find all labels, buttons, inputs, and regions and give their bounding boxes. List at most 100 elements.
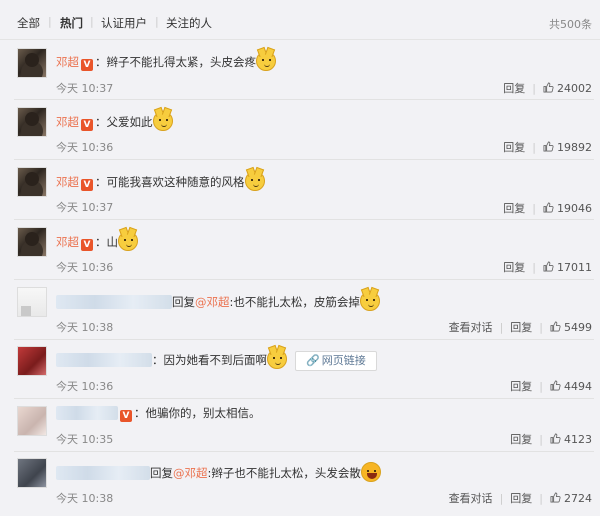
avatar[interactable] [17,167,47,197]
reply-button[interactable]: 回复 [503,261,525,274]
comment-time: 今天 10:36 [56,261,114,274]
comment-text: ：可能我喜欢这种随意的风格 [95,175,245,189]
thumbs-up-icon [550,380,561,391]
comment-content: V ：他骗你的，别太相信。 [56,405,261,422]
reply-button[interactable]: 回复 [510,321,532,334]
comment-actions: 回复 | 19892 [503,141,592,154]
username-link[interactable]: 邓超 [56,175,79,189]
reply-button[interactable]: 回复 [510,433,532,446]
tab-hot[interactable]: 热门 [60,15,83,31]
blurred-username [56,353,152,367]
blurred-username [56,295,172,309]
comment-content: 回复@邓超:也不能扎太松，皮筋会掉 [56,291,380,311]
comment-item: 邓超 V ：父爱如此 今天 10:36 回复 | 19892 [0,100,600,160]
cat-emoji-icon [118,231,138,251]
avatar[interactable] [17,346,47,376]
verified-badge-icon: V [120,410,132,422]
comment-actions: 回复 | 4494 [510,380,592,393]
comment-time: 今天 10:37 [56,82,114,95]
like-button[interactable]: 24002 [543,82,592,95]
comment-text: ：山 [95,235,118,249]
thumbs-up-icon [550,321,561,332]
reply-button[interactable]: 回复 [503,141,525,154]
tab-all[interactable]: 全部 [17,15,40,31]
comment-time: 今天 10:38 [56,321,114,334]
mention-link[interactable]: @邓超 [173,466,208,480]
mention-link[interactable]: @邓超 [195,295,230,309]
view-conversation-button[interactable]: 查看对话 [449,492,493,505]
avatar[interactable] [17,227,47,257]
like-button[interactable]: 4123 [550,433,592,446]
like-count: 4494 [564,380,592,393]
cat-emoji-icon [256,51,276,71]
comment-content: 回复@邓超:辫子也不能扎太松，头发会散 [56,462,381,482]
like-count: 4123 [564,433,592,446]
cat-emoji-icon [152,111,173,131]
comment-content: 邓超 V ：可能我喜欢这种随意的风格 [56,171,265,191]
tab-verified-users[interactable]: 认证用户 [101,15,147,31]
like-button[interactable]: 5499 [550,321,592,334]
tab-following[interactable]: 关注的人 [166,15,212,31]
thumbs-up-icon [550,433,561,444]
avatar[interactable] [17,458,47,488]
like-button[interactable]: 2724 [550,492,592,505]
username-link[interactable]: 邓超 [56,55,79,69]
reply-button[interactable]: 回复 [510,492,532,505]
username-link[interactable]: 邓超 [56,235,79,249]
comment-text: :辫子也不能扎太松，头发会散 [207,466,361,480]
comment-content: 邓超 V ：山 [56,231,138,251]
like-count: 17011 [557,261,592,274]
avatar[interactable] [17,287,47,317]
comment-text: ：他骗你的，别太相信。 [134,406,261,420]
reply-button[interactable]: 回复 [510,380,532,393]
comment-time: 今天 10:36 [56,380,114,393]
reply-button[interactable]: 回复 [503,82,525,95]
comment-time: 今天 10:35 [56,433,114,446]
comment-actions: 回复 | 17011 [503,261,592,274]
cat-emoji-icon [267,349,287,369]
username-link[interactable]: 邓超 [56,115,79,129]
thumbs-up-icon [550,492,561,503]
comment-content: 邓超 V ：父爱如此 [56,111,173,131]
reply-button[interactable]: 回复 [503,202,525,215]
web-link-button[interactable]: 🔗 网页链接 [295,351,377,371]
like-count: 5499 [564,321,592,334]
verified-badge-icon: V [81,239,93,251]
verified-badge-icon: V [81,119,93,131]
comment-actions: 回复 | 24002 [503,82,592,95]
comment-text: ：辫子不能扎得太紧，头皮会疼 [95,55,256,69]
laughing-emoji-icon [360,462,381,482]
comment-text: ：父爱如此 [95,115,153,129]
comment-item: 邓超 V ：可能我喜欢这种随意的风格 今天 10:37 回复 | 19046 [0,160,600,220]
like-count: 19892 [557,141,592,154]
avatar[interactable] [17,107,47,137]
comment-time: 今天 10:36 [56,141,114,154]
view-conversation-button[interactable]: 查看对话 [449,321,493,334]
comment-text: :也不能扎太松，皮筋会掉 [229,295,360,309]
cat-emoji-icon [359,291,380,311]
comment-total-count: 共500条 [549,18,592,31]
tab-separator: | [155,15,159,28]
avatar[interactable] [17,48,47,78]
comment-item: V ：他骗你的，别太相信。 今天 10:35 回复 | 4123 [0,398,600,452]
comment-content: 邓超 V ：辫子不能扎得太紧，头皮会疼 [56,51,276,71]
thumbs-up-icon [543,261,554,272]
like-button[interactable]: 4494 [550,380,592,393]
like-button[interactable]: 19892 [543,141,592,154]
comment-item: 邓超 V ：辫子不能扎得太紧，头皮会疼 今天 10:37 回复 | 24002 [0,40,600,100]
comment-item: ：因为她看不到后面啊 🔗 网页链接 今天 10:36 回复 | 4494 [0,340,600,400]
like-button[interactable]: 17011 [543,261,592,274]
comment-actions: 查看对话 | 回复 | 2724 [448,492,592,505]
thumbs-up-icon [543,82,554,93]
thumbs-up-icon [543,202,554,213]
comment-item: 回复@邓超:辫子也不能扎太松，头发会散 今天 10:38 查看对话 | 回复 | 272… [0,452,600,514]
comment-actions: 回复 | 19046 [503,202,592,215]
blurred-username [56,406,118,420]
reply-prefix: 回复 [172,295,195,309]
like-button[interactable]: 19046 [543,202,592,215]
avatar[interactable] [17,406,47,436]
cat-emoji-icon [244,171,265,191]
reply-prefix: 回复 [150,466,173,480]
like-count: 24002 [557,82,592,95]
comment-filter-tabs: 全部 | 热门 | 认证用户 | 关注的人 共500条 [0,0,600,40]
